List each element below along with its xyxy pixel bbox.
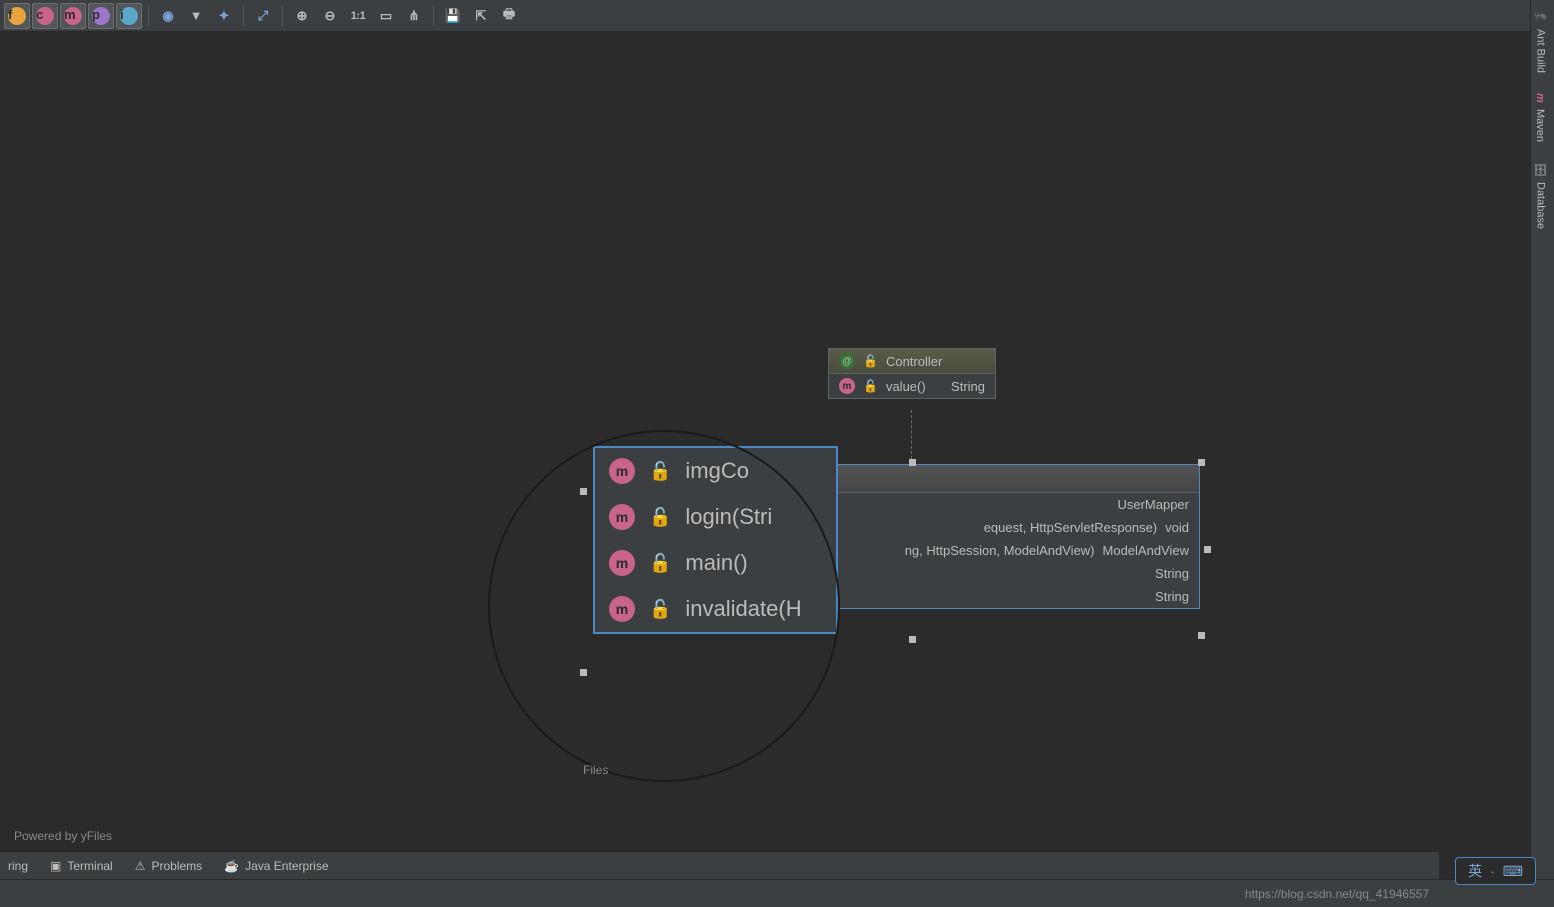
zoom-in-icon[interactable]: ⊕ [289,3,315,29]
visibility-icon[interactable]: ◉ [155,3,181,29]
save-icon[interactable]: 💾 [440,3,466,29]
filter-icon[interactable]: ▼ [183,3,209,29]
warning-icon: ⚠ [135,859,146,873]
tab-terminal[interactable]: ▣ Terminal [50,859,113,873]
selection-handle[interactable] [580,488,587,495]
toolbar-inner-toggle[interactable]: i [116,3,142,29]
tab-problems[interactable]: ⚠ Problems [135,859,202,873]
toolbar-properties-toggle[interactable]: p [88,3,114,29]
method-icon: m [609,550,635,576]
right-sidebar: 🐜 Ant Build m Maven 🗄 Database [1530,0,1554,907]
uml-method-row[interactable]: m 🔓 value() String [829,374,995,398]
annotation-icon: @ [839,353,855,369]
field-type: UserMapper [1117,497,1189,512]
expand-icon[interactable]: ⤢ [250,3,276,29]
ime-indicator[interactable]: 英 · ⌨ [1455,857,1536,885]
method-icon: m [839,378,855,394]
lock-icon: 🔓 [649,553,671,574]
fit-content-icon[interactable]: ▭ [373,3,399,29]
lock-icon: 🔓 [649,507,671,528]
return-type: ModelAndView [1103,543,1189,558]
bottom-toolbar: ring ▣ Terminal ⚠ Problems ☕ Java Enterp… [0,851,1439,879]
selection-handle[interactable] [1198,632,1205,639]
lock-icon: 🔓 [649,461,671,482]
terminal-icon: ▣ [50,859,61,873]
lock-icon: 🔓 [863,379,878,393]
toolbar-separator [433,6,434,26]
dependencies-icon[interactable]: ✦ [211,3,237,29]
export-icon[interactable]: ⇱ [468,3,494,29]
toolbar: f c m p i ◉ ▼ ✦ ⤢ ⊕ ⊖ 1:1 ▭ ⋔ 💾 ⇱ 🖶 [0,0,1554,32]
tab-label: ring [8,859,28,873]
mag-method-row: m 🔓 invalidate(H [595,586,836,632]
return-type: void [1165,520,1189,535]
controller-label: Controller [886,354,985,369]
method-icon: m [609,504,635,530]
watermark-url: https://blog.csdn.net/qq_41946557 [1245,887,1429,901]
tab-label: Problems [151,859,202,873]
maven-icon: m [1534,93,1546,103]
toolbar-separator [243,6,244,26]
sidebar-label: Database [1535,182,1547,229]
keyboard-icon: ⌨ [1503,863,1523,880]
method-icon: m [609,596,635,622]
selection-handle[interactable] [909,459,916,466]
uml-connector [911,410,912,464]
layout-icon[interactable]: ⋔ [401,3,427,29]
magnifier-content: m 🔓 imgCo m 🔓 login(Stri m 🔓 main() m 🔓 … [593,446,838,634]
toolbar-separator [148,6,149,26]
print-icon[interactable]: 🖶 [496,3,522,29]
return-type: String [1155,566,1189,581]
mag-method-row: m 🔓 login(Stri [595,494,836,540]
sidebar-label: Ant Build [1535,29,1547,73]
tab-label: Terminal [67,859,112,873]
tab-java-enterprise[interactable]: ☕ Java Enterprise [224,859,328,873]
ime-lang: 英 [1468,861,1482,881]
method-name: value() [886,379,943,394]
selection-handle[interactable] [1198,459,1205,466]
lock-icon: 🔓 [649,599,671,620]
ant-icon: 🐜 [1534,10,1547,23]
toolbar-separator [282,6,283,26]
method-name: invalidate(H [685,596,801,622]
method-name: main() [685,550,747,576]
sidebar-database[interactable]: 🗄 Database [1531,152,1550,239]
toolbar-methods-toggle[interactable]: m [60,3,86,29]
powered-by-label: Powered by yFiles [14,829,112,843]
toolbar-fields-toggle[interactable]: f [4,3,30,29]
ime-sep: · [1490,863,1495,879]
method-icon: m [609,458,635,484]
method-name: imgCo [685,458,749,484]
mag-method-row: m 🔓 main() [595,540,836,586]
selection-handle[interactable] [1204,546,1211,553]
toolbar-constructors-toggle[interactable]: c [32,3,58,29]
selection-handle[interactable] [580,669,587,676]
lock-icon: 🔓 [863,354,878,368]
return-type: String [1155,589,1189,604]
selection-handle[interactable] [909,636,916,643]
sidebar-ant-build[interactable]: 🐜 Ant Build [1531,0,1550,83]
java-ee-icon: ☕ [224,859,239,873]
uml-header: @ 🔓 Controller [829,349,995,374]
sidebar-maven[interactable]: m Maven [1531,83,1549,152]
sidebar-label: Maven [1534,109,1546,142]
database-icon: 🗄 [1534,162,1547,176]
diagram-canvas[interactable]: @ 🔓 Controller m 🔓 value() String UserMa… [0,32,1439,851]
yfiles-label-small: Files [583,763,608,777]
return-type: String [951,379,985,394]
zoom-out-icon[interactable]: ⊖ [317,3,343,29]
mag-method-row: m 🔓 imgCo [595,448,836,494]
tab-ring[interactable]: ring [8,859,28,873]
uml-controller-node[interactable]: @ 🔓 Controller m 🔓 value() String [828,348,996,399]
zoom-actual-button[interactable]: 1:1 [345,3,371,29]
method-name: login(Stri [685,504,772,530]
tab-label: Java Enterprise [245,859,328,873]
